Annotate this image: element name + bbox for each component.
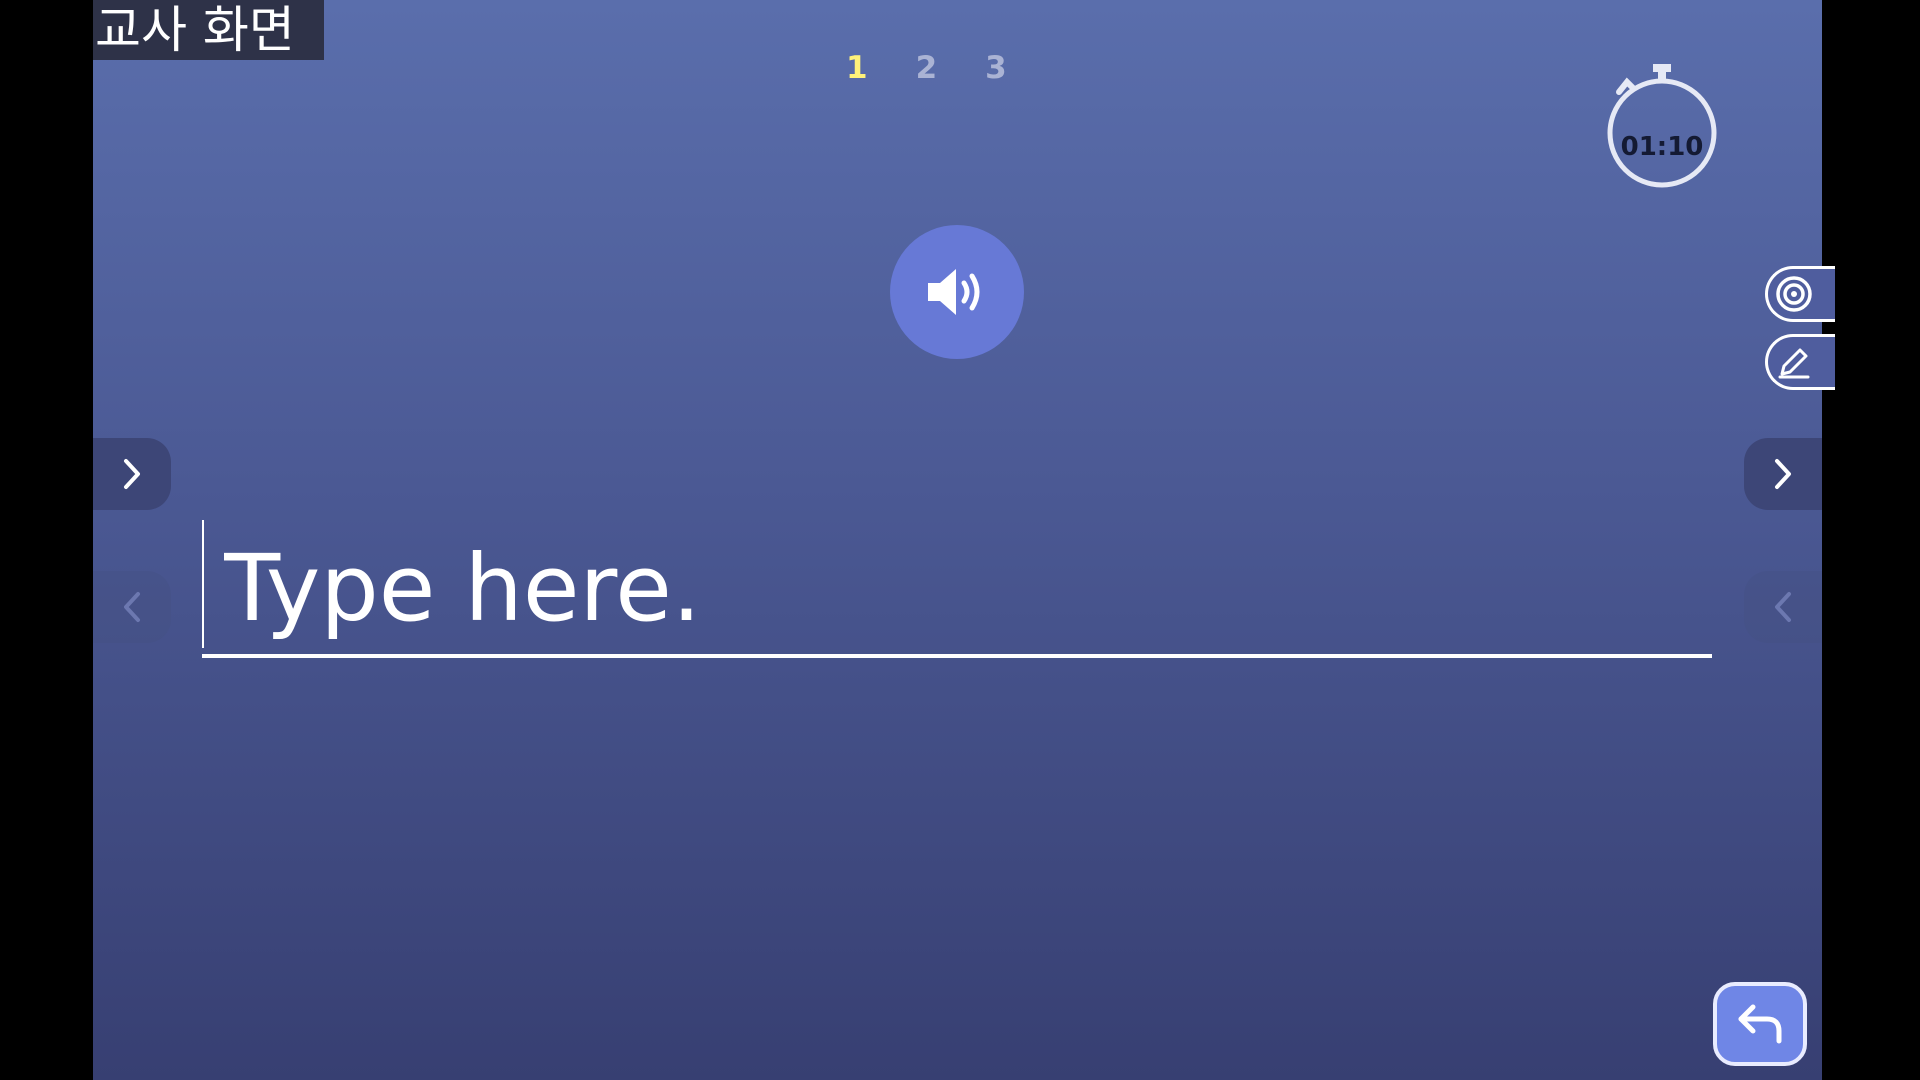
teacher-screen-label: 교사 화면 [93, 0, 324, 60]
target-tool-button[interactable] [1765, 266, 1835, 322]
target-icon [1776, 276, 1812, 312]
play-audio-button[interactable] [890, 225, 1024, 359]
back-button[interactable] [1713, 982, 1807, 1066]
left-prev-button[interactable] [93, 571, 171, 643]
right-prev-button[interactable] [1744, 571, 1822, 643]
timer-readout: 01:10 [1620, 132, 1704, 162]
input-underline [202, 654, 1712, 658]
text-cursor [202, 520, 204, 648]
return-arrow-icon [1738, 1004, 1782, 1044]
left-next-button[interactable] [93, 438, 171, 510]
answer-input[interactable] [224, 528, 1704, 648]
chevron-right-icon [1775, 459, 1791, 489]
countdown-timer: 01:10 [1607, 60, 1717, 188]
page-1-tab[interactable]: 1 [846, 50, 868, 86]
answer-entry-area [202, 520, 1712, 660]
speaker-icon [928, 269, 980, 315]
pen-icon [1778, 348, 1810, 379]
chevron-left-icon [124, 592, 140, 622]
chevron-right-icon [124, 459, 140, 489]
stopwatch-icon [1607, 64, 1717, 188]
right-next-button[interactable] [1744, 438, 1822, 510]
page-3-tab[interactable]: 3 [985, 50, 1007, 86]
page-2-tab[interactable]: 2 [916, 50, 938, 86]
pen-tool-button[interactable] [1765, 334, 1835, 390]
page-pagination: 1 2 3 [846, 50, 1007, 86]
chevron-left-icon [1775, 592, 1791, 622]
